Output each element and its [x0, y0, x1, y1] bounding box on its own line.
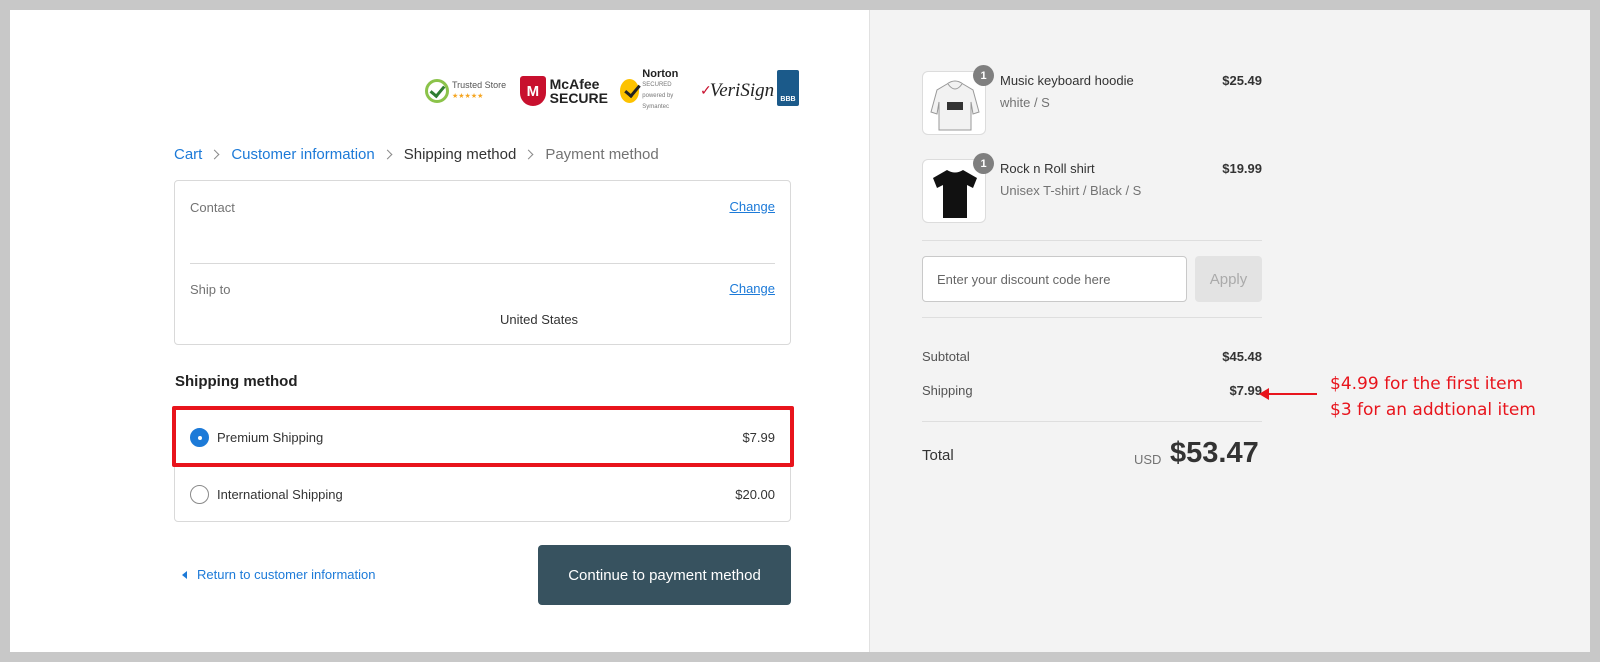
chevron-right-icon: [382, 149, 393, 160]
divider: [190, 263, 775, 264]
contact-review-box: Contact Change Ship to Change United Sta…: [174, 180, 791, 345]
quantity-badge: 1: [973, 65, 994, 86]
chevron-right-icon: [209, 149, 220, 160]
shipping-option-label: International Shipping: [217, 487, 343, 502]
shipping-amount: $7.99: [1229, 383, 1262, 398]
trust-badges: Trusted Store ★★★★★ M McAfee SECURE Nort…: [425, 68, 815, 114]
discount-code-input[interactable]: [922, 256, 1187, 302]
change-contact-link[interactable]: Change: [729, 199, 775, 214]
shipping-options: Premium Shipping $7.99 International Shi…: [174, 408, 791, 522]
breadcrumb-customer-information[interactable]: Customer information: [231, 146, 374, 163]
mcafee-badge: M McAfee SECURE: [520, 68, 608, 114]
checkout-main: Trusted Store ★★★★★ M McAfee SECURE Nort…: [10, 10, 869, 652]
shipping-option-price: $7.99: [742, 429, 775, 445]
product-thumbnail: 1: [922, 65, 994, 135]
ship-to-value: United States: [500, 312, 579, 327]
mcafee-shield-icon: M: [520, 76, 546, 106]
norton-badge: Norton SECURED powered by Symantec: [620, 68, 690, 114]
continue-to-payment-button[interactable]: Continue to payment method: [538, 545, 791, 605]
shipping-option-international[interactable]: International Shipping $20.00: [175, 466, 790, 523]
checkout-frame: Trusted Store ★★★★★ M McAfee SECURE Nort…: [10, 10, 1590, 652]
product-variant: Unisex T-shirt / Black / S: [1000, 183, 1142, 198]
shipping-option-label: Premium Shipping: [217, 429, 324, 445]
shipping-option-premium[interactable]: Premium Shipping $7.99: [175, 409, 790, 466]
quantity-badge: 1: [973, 153, 994, 174]
product-item: 1 Rock n Roll shirt Unisex T-shirt / Bla…: [922, 153, 1262, 223]
breadcrumb: Cart Customer information Shipping metho…: [174, 146, 659, 163]
product-name: Rock n Roll shirt: [1000, 161, 1095, 176]
bbb-badge: BBB: [777, 70, 799, 106]
product-price: $25.49: [1222, 73, 1262, 88]
total-amount: $53.47: [1170, 437, 1259, 469]
product-variant: white / S: [1000, 95, 1050, 110]
shipping-option-price: $20.00: [735, 487, 775, 502]
breadcrumb-shipping-method: Shipping method: [403, 146, 517, 163]
contact-row: Contact Change: [190, 199, 775, 217]
subtotal-label: Subtotal: [922, 349, 970, 364]
caret-left-icon: [182, 570, 187, 579]
total-label: Total: [922, 447, 954, 464]
product-price: $19.99: [1222, 161, 1262, 176]
subtotal-row: Subtotal $45.48: [922, 349, 1262, 364]
shipping-annotation: $4.99 for the first item $3 for an addti…: [1330, 374, 1536, 420]
breadcrumb-payment-method: Payment method: [545, 146, 659, 163]
return-to-customer-information-link[interactable]: Return to customer information: [182, 567, 375, 582]
product-item: 1 Music keyboard hoodie white / S $25.49: [922, 65, 1262, 135]
order-summary: 1 Music keyboard hoodie white / S $25.49…: [869, 10, 1590, 652]
ship-to-row: Ship to Change: [190, 281, 775, 299]
arrow-left-icon: [1259, 388, 1317, 400]
change-ship-to-link[interactable]: Change: [729, 281, 775, 296]
apply-discount-button[interactable]: Apply: [1195, 256, 1262, 302]
divider: [922, 421, 1262, 422]
product-name: Music keyboard hoodie: [1000, 73, 1134, 88]
divider: [922, 317, 1262, 318]
subtotal-amount: $45.48: [1222, 349, 1262, 364]
shipping-method-title: Shipping method: [175, 373, 298, 390]
trusted-store-badge: Trusted Store ★★★★★: [425, 68, 517, 114]
contact-label: Contact: [190, 200, 235, 215]
ship-to-label: Ship to: [190, 282, 231, 297]
product-thumbnail: 1: [922, 153, 994, 223]
radio-selected-icon[interactable]: [190, 427, 209, 447]
total-currency: USD: [1134, 452, 1162, 467]
radio-unselected-icon[interactable]: [190, 485, 209, 504]
shipping-label: Shipping: [922, 383, 973, 398]
verisign-badge: ✓ VeriSign: [700, 80, 775, 101]
shipping-row: Shipping $7.99: [922, 383, 1262, 398]
check-icon: [425, 79, 449, 103]
chevron-right-icon: [523, 149, 534, 160]
breadcrumb-cart[interactable]: Cart: [174, 146, 202, 163]
norton-check-icon: [620, 79, 640, 103]
divider: [922, 240, 1262, 241]
